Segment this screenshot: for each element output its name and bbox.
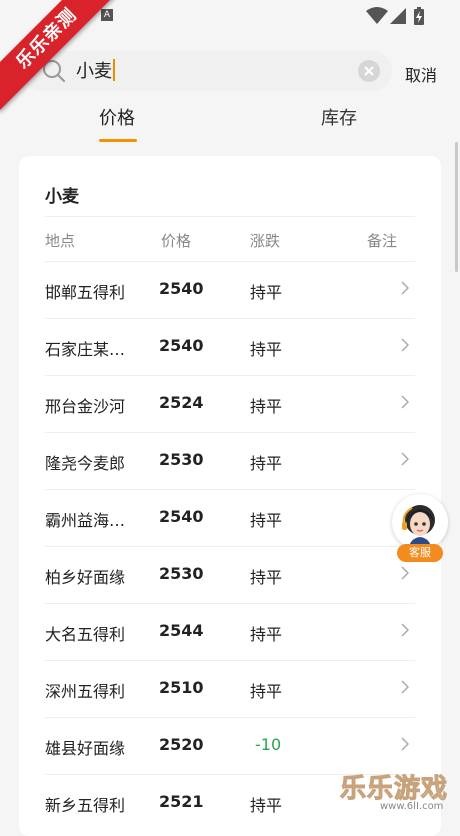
- row-change: 持平: [250, 454, 283, 473]
- row-change: 持平: [250, 340, 283, 359]
- row-price: 2524: [159, 393, 204, 412]
- clear-icon[interactable]: [358, 60, 380, 82]
- row-price: 2544: [159, 621, 204, 640]
- column-header-price: 价格: [161, 232, 192, 250]
- table-row[interactable]: 隆尧今麦郎 2530 持平: [45, 432, 415, 490]
- active-tab-indicator: [99, 139, 137, 142]
- row-change: 持平: [250, 796, 283, 815]
- row-price: 2540: [159, 279, 204, 298]
- chevron-right-icon: [401, 338, 409, 352]
- row-price: 2530: [159, 564, 204, 583]
- table-row[interactable]: 雄县好面缘 2520 -10: [45, 717, 415, 775]
- chevron-right-icon: [401, 566, 409, 580]
- row-price: 2530: [159, 450, 204, 469]
- site-watermark: 乐乐游戏 www.6lI.com: [339, 768, 460, 817]
- row-change: 持平: [250, 397, 283, 416]
- column-header-location: 地点: [45, 232, 76, 250]
- row-location: 石家庄某…: [45, 340, 126, 359]
- tab-inventory[interactable]: 库存: [321, 104, 357, 130]
- customer-service-button[interactable]: 客服: [389, 494, 451, 564]
- table-row[interactable]: 深州五得利 2510 持平: [45, 660, 415, 718]
- wifi-icon: [366, 7, 388, 24]
- text-caret: [113, 59, 115, 81]
- table-row[interactable]: 石家庄某… 2540 持平: [45, 318, 415, 376]
- column-header-remark: 备注: [367, 232, 398, 250]
- row-price: 2510: [159, 678, 204, 697]
- row-change: -10: [255, 735, 282, 754]
- row-location: 邯郸五得利: [45, 283, 126, 302]
- row-price: 2520: [159, 735, 204, 754]
- service-avatar-icon: [392, 494, 448, 550]
- row-location: 邢台金沙河: [45, 397, 126, 416]
- chevron-right-icon: [401, 452, 409, 466]
- chevron-right-icon: [401, 737, 409, 751]
- watermark-title: 乐乐游戏: [339, 774, 449, 805]
- chevron-right-icon: [401, 623, 409, 637]
- cancel-button[interactable]: 取消: [405, 62, 437, 86]
- row-location: 深州五得利: [45, 682, 126, 701]
- chevron-right-icon: [401, 281, 409, 295]
- row-change: 持平: [250, 625, 283, 644]
- table-header: 地点 价格 涨跌 备注: [45, 216, 415, 262]
- battery-charging-icon: [414, 7, 424, 25]
- tab-bar: 价格 库存: [0, 96, 460, 146]
- tab-price[interactable]: 价格: [99, 104, 135, 130]
- row-location: 新乡五得利: [45, 796, 126, 815]
- table-row[interactable]: 邯郸五得利 2540 持平: [45, 261, 415, 319]
- column-header-change: 涨跌: [250, 232, 281, 250]
- chevron-right-icon: [401, 395, 409, 409]
- card-title: 小麦: [45, 187, 79, 207]
- row-location: 隆尧今麦郎: [45, 454, 126, 473]
- table-row[interactable]: 邢台金沙河 2524 持平: [45, 375, 415, 433]
- row-location: 霸州益海…: [45, 511, 126, 530]
- search-query-text: 小麦: [76, 61, 112, 82]
- row-price: 2540: [159, 336, 204, 355]
- a-notification-icon: A: [101, 9, 113, 21]
- row-price: 2521: [159, 792, 204, 811]
- cell-signal-icon: [390, 8, 406, 24]
- chevron-right-icon: [401, 680, 409, 694]
- price-card: 小麦 地点 价格 涨跌 备注 邯郸五得利 2540 持平 石家庄某… 2540 …: [19, 156, 441, 836]
- table-row[interactable]: 柏乡好面缘 2530 持平: [45, 546, 415, 604]
- table-row[interactable]: 霸州益海… 2540 持平: [45, 489, 415, 547]
- row-price: 2540: [159, 507, 204, 526]
- search-input[interactable]: 小麦: [22, 51, 392, 91]
- row-location: 雄县好面缘: [45, 739, 126, 758]
- row-change: 持平: [250, 682, 283, 701]
- row-change: 持平: [250, 568, 283, 587]
- search-bar: 小麦 取消: [0, 48, 460, 94]
- table-row[interactable]: 大名五得利 2544 持平: [45, 603, 415, 661]
- row-location: 大名五得利: [45, 625, 126, 644]
- row-change: 持平: [250, 283, 283, 302]
- scrollbar[interactable]: [455, 142, 458, 272]
- watermark-url: www.6lI.com: [380, 801, 444, 812]
- service-label: 客服: [397, 544, 443, 562]
- row-change: 持平: [250, 511, 283, 530]
- row-location: 柏乡好面缘: [45, 568, 126, 587]
